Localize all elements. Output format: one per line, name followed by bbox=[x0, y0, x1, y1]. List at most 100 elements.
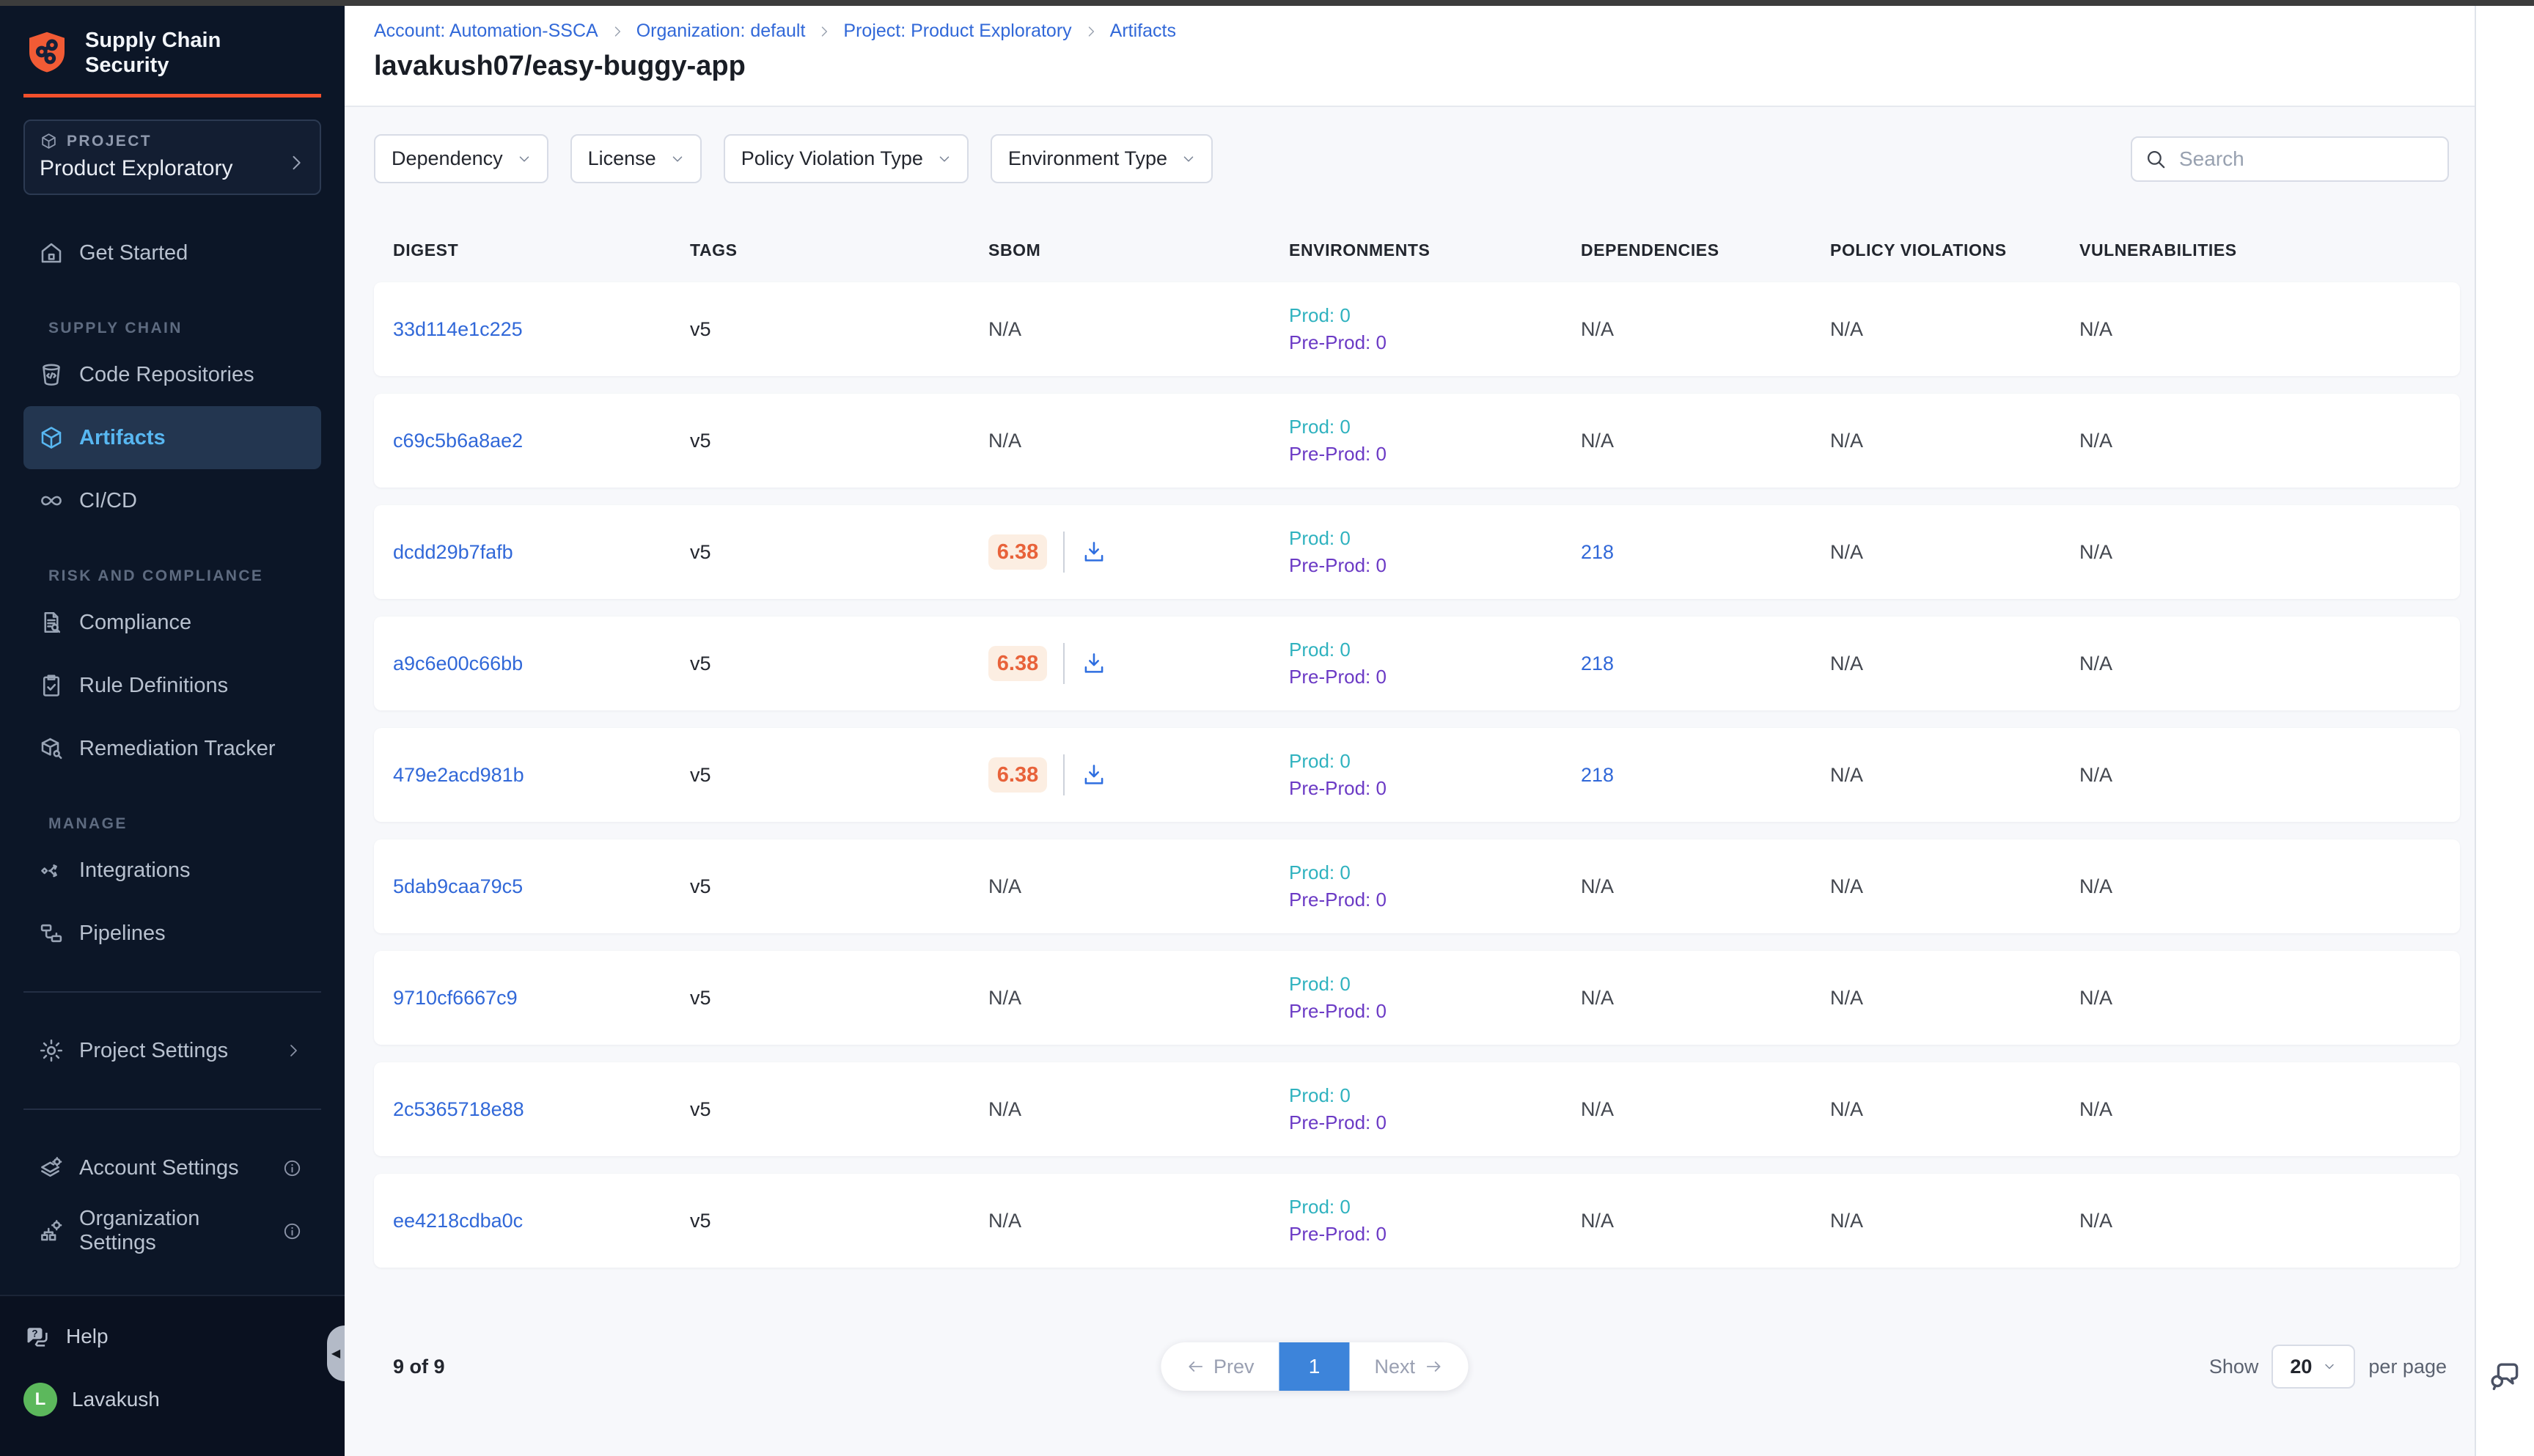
table-row: ee4218cdba0c v5 N/A Prod: 0 Pre-Prod: 0 … bbox=[374, 1174, 2460, 1268]
app-switcher-grid-icon[interactable] bbox=[293, 35, 324, 66]
page-title: lavakush07/easy-buggy-app bbox=[374, 51, 2475, 82]
column-header: ENVIRONMENTS bbox=[1289, 240, 1581, 260]
breadcrumb-link[interactable]: Project: Product Exploratory bbox=[843, 21, 1071, 42]
column-header: VULNERABILITIES bbox=[2079, 240, 2460, 260]
filters-row: Dependency License Policy Violation Type… bbox=[374, 134, 2460, 183]
page-number-button[interactable]: 1 bbox=[1279, 1342, 1350, 1391]
digest-link[interactable]: dcdd29b7fafb bbox=[393, 541, 513, 563]
dependencies-link[interactable]: 218 bbox=[1581, 541, 1614, 563]
sidebar-nav: Get Started SUPPLY CHAIN Code Repositori… bbox=[0, 221, 345, 1262]
digest-link[interactable]: 9710cf6667c9 bbox=[393, 987, 518, 1009]
filter-environment-type[interactable]: Environment Type bbox=[991, 134, 1213, 183]
nav-divider bbox=[23, 1108, 321, 1110]
search-box bbox=[2131, 136, 2449, 182]
vulnerabilities-value: N/A bbox=[2079, 1098, 2112, 1120]
project-label: PROJECT bbox=[67, 133, 152, 150]
digest-link[interactable]: 2c5365718e88 bbox=[393, 1098, 524, 1120]
table-row: 5dab9caa79c5 v5 N/A Prod: 0 Pre-Prod: 0 … bbox=[374, 839, 2460, 933]
tag-value: v5 bbox=[690, 987, 711, 1009]
dependencies-link[interactable]: 218 bbox=[1581, 652, 1614, 674]
policy-violations-value: N/A bbox=[1830, 987, 1863, 1009]
filter-dependency[interactable]: Dependency bbox=[374, 134, 548, 183]
artifact-rows: 33d114e1c225 v5 N/A Prod: 0 Pre-Prod: 0 … bbox=[374, 282, 2460, 1268]
table-row: c69c5b6a8ae2 v5 N/A Prod: 0 Pre-Prod: 0 … bbox=[374, 394, 2460, 488]
breadcrumb-link[interactable]: Account: Automation-SSCA bbox=[374, 21, 598, 42]
sidebar-item-help[interactable]: ? Help bbox=[23, 1305, 321, 1368]
svg-text:?: ? bbox=[32, 1328, 37, 1339]
sidebar-item-organization-settings[interactable]: Organization Settings bbox=[23, 1199, 321, 1262]
page-size-value: 20 bbox=[2290, 1356, 2312, 1378]
digest-link[interactable]: 5dab9caa79c5 bbox=[393, 875, 523, 897]
breadcrumb-link[interactable]: Organization: default bbox=[636, 21, 806, 42]
sidebar-item-integrations[interactable]: Integrations bbox=[23, 839, 321, 902]
search-input[interactable] bbox=[2131, 136, 2449, 182]
arrow-right-icon bbox=[1424, 1357, 1443, 1376]
tag-value: v5 bbox=[690, 318, 711, 340]
project-selector[interactable]: PROJECT Product Exploratory bbox=[23, 120, 321, 195]
table-header-row: DIGESTTAGSSBOMENVIRONMENTSDEPENDENCIESPO… bbox=[374, 240, 2460, 260]
sidebar-collapse-handle[interactable]: ◀ bbox=[327, 1326, 345, 1381]
dependencies-na: N/A bbox=[1581, 1210, 1614, 1232]
digest-link[interactable]: c69c5b6a8ae2 bbox=[393, 430, 523, 452]
sbom-download-button[interactable] bbox=[1081, 539, 1107, 565]
column-header: POLICY VIOLATIONS bbox=[1830, 240, 2079, 260]
arrow-left-icon bbox=[1186, 1357, 1205, 1376]
next-page-button[interactable]: Next bbox=[1350, 1342, 1469, 1391]
env-preprod: Pre-Prod: 0 bbox=[1289, 1109, 1581, 1136]
sidebar-item-ci-cd[interactable]: CI/CD bbox=[23, 469, 321, 532]
environments-cell: Prod: 0 Pre-Prod: 0 bbox=[1289, 748, 1581, 802]
digest-link[interactable]: 479e2acd981b bbox=[393, 764, 524, 786]
nav-section-title: MANAGE bbox=[48, 815, 345, 833]
chevron-right-icon bbox=[1084, 24, 1098, 39]
prev-page-button[interactable]: Prev bbox=[1161, 1342, 1279, 1391]
breadcrumb: Account: Automation-SSCA Organization: de… bbox=[374, 21, 2475, 42]
sidebar-item-label: Organization Settings bbox=[79, 1207, 282, 1255]
sidebar-item-rule-definitions[interactable]: Rule Definitions bbox=[23, 654, 321, 717]
sbom-na: N/A bbox=[988, 430, 1021, 452]
env-preprod: Pre-Prod: 0 bbox=[1289, 552, 1581, 579]
sidebar-item-code-repositories[interactable]: Code Repositories bbox=[23, 343, 321, 406]
dependencies-na: N/A bbox=[1581, 875, 1614, 897]
env-preprod: Pre-Prod: 0 bbox=[1289, 329, 1581, 356]
sbom-na: N/A bbox=[988, 1098, 1021, 1120]
digest-link[interactable]: a9c6e00c66bb bbox=[393, 652, 523, 674]
cube-icon bbox=[38, 424, 65, 451]
sidebar-item-artifacts[interactable]: Artifacts bbox=[23, 406, 321, 469]
vulnerabilities-value: N/A bbox=[2079, 875, 2112, 897]
env-preprod: Pre-Prod: 0 bbox=[1289, 998, 1581, 1025]
sidebar-item-user[interactable]: L Lavakush bbox=[23, 1368, 321, 1431]
env-prod: Prod: 0 bbox=[1289, 859, 1581, 886]
sidebar-item-project-settings[interactable]: Project Settings bbox=[23, 1019, 321, 1082]
dependencies-link[interactable]: 218 bbox=[1581, 764, 1614, 786]
env-prod: Prod: 0 bbox=[1289, 971, 1581, 998]
sbom-download-button[interactable] bbox=[1081, 762, 1107, 788]
chat-bubbles-icon[interactable] bbox=[2488, 1358, 2523, 1393]
sbom-na: N/A bbox=[988, 1210, 1021, 1232]
dependencies-na: N/A bbox=[1581, 987, 1614, 1009]
sidebar-item-account-settings[interactable]: Account Settings bbox=[23, 1136, 321, 1199]
avatar: L bbox=[23, 1383, 57, 1416]
chevron-down-icon bbox=[2322, 1359, 2337, 1374]
info-icon bbox=[282, 1158, 302, 1178]
sidebar-item-remediation-tracker[interactable]: Remediation Tracker bbox=[23, 717, 321, 780]
sidebar-item-pipelines[interactable]: Pipelines bbox=[23, 902, 321, 965]
breadcrumb-link[interactable]: Artifacts bbox=[1110, 21, 1176, 42]
sidebar-item-label: Get Started bbox=[79, 241, 188, 265]
digest-link[interactable]: 33d114e1c225 bbox=[393, 318, 523, 340]
sidebar-item-compliance[interactable]: Compliance bbox=[23, 591, 321, 654]
sidebar-item-get-started[interactable]: Get Started bbox=[23, 221, 321, 284]
digest-link[interactable]: ee4218cdba0c bbox=[393, 1210, 523, 1232]
sidebar-item-label: CI/CD bbox=[79, 489, 137, 513]
page-header: Account: Automation-SSCA Organization: de… bbox=[345, 6, 2475, 107]
pagination-summary: 9 of 9 bbox=[393, 1356, 445, 1378]
policy-violations-value: N/A bbox=[1830, 430, 1863, 452]
filter-license[interactable]: License bbox=[570, 134, 702, 183]
compliance-doc-icon bbox=[38, 609, 65, 636]
sidebar-bottom: ? Help L Lavakush bbox=[0, 1295, 345, 1456]
sbom-download-button[interactable] bbox=[1081, 650, 1107, 677]
column-header: DIGEST bbox=[374, 240, 690, 260]
env-preprod: Pre-Prod: 0 bbox=[1289, 775, 1581, 802]
page-size-select[interactable]: 20 bbox=[2272, 1345, 2355, 1389]
filter-policy-violation-type[interactable]: Policy Violation Type bbox=[724, 134, 969, 183]
env-prod: Prod: 0 bbox=[1289, 1082, 1581, 1109]
